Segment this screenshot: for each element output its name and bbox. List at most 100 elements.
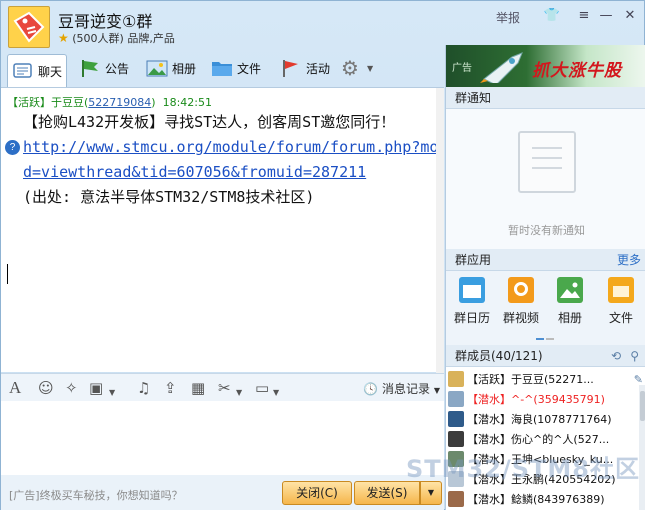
- tab-files[interactable]: 文件: [207, 54, 265, 82]
- chat-toolbar: 聊天 公告 相册 文件 活动 ⚙ ▼: [1, 51, 444, 87]
- present-icon[interactable]: ▦: [191, 379, 205, 397]
- emoji-icon[interactable]: ☺: [38, 379, 54, 397]
- app-photo-label: 相册: [557, 311, 582, 325]
- member-list: 【活跃】于豆豆(52271... ✎ 【潜水】^-^(359435791) 【潜水…: [446, 367, 645, 510]
- menu-icon[interactable]: ≡: [575, 7, 593, 25]
- app-file-label: 文件: [608, 311, 633, 325]
- tab-album[interactable]: 相册: [142, 54, 200, 82]
- upload-icon[interactable]: ⇪: [164, 379, 177, 397]
- sender-uid[interactable]: 522719084: [88, 96, 151, 109]
- message-area[interactable]: 【活跃】于豆豆(522719084) 18:42:51 【抢购L432开发板】寻…: [1, 87, 444, 373]
- group-title: 豆哥逆变①群: [58, 12, 153, 31]
- chevron-down-icon: ▼: [367, 63, 374, 73]
- announcement-icon: [79, 58, 101, 78]
- banner-ad[interactable]: 广告 抓大涨牛股: [446, 45, 645, 87]
- sender-status: 【活跃】: [7, 96, 51, 109]
- bottom-ad[interactable]: [广告]终极买车秘技，你想知道吗？: [9, 487, 183, 503]
- history-button[interactable]: 🕓 消息记录 ▼: [363, 380, 440, 397]
- tab-files-label: 文件: [237, 61, 262, 76]
- app-photo[interactable]: 相册: [546, 277, 594, 326]
- close-button[interactable]: 关闭(C): [282, 481, 352, 505]
- send-options-button[interactable]: ▼: [420, 481, 442, 505]
- members-search-icon[interactable]: ⚲: [630, 345, 639, 367]
- member-scrollbar[interactable]: [639, 385, 645, 510]
- message-source: (出处: 意法半导体STM32/STM8技术社区): [23, 188, 315, 206]
- message-time: 18:42:51: [162, 96, 212, 109]
- group-subtitle-text: (500人群) 品牌,产品: [72, 32, 175, 45]
- avatar: [448, 371, 464, 387]
- group-subtitle: ★ (500人群) 品牌,产品: [58, 30, 175, 46]
- skin-icon[interactable]: 👕: [543, 7, 561, 25]
- shield-icon: ?: [5, 140, 20, 155]
- message-link[interactable]: http://www.stmcu.org/module/forum/forum.…: [23, 138, 438, 181]
- report-link[interactable]: 举报: [496, 9, 520, 26]
- tab-chat[interactable]: 聊天: [7, 54, 68, 87]
- clock-icon: 🕓: [363, 382, 379, 396]
- album-icon: [146, 58, 168, 78]
- message-scrollbar[interactable]: [436, 88, 444, 373]
- tab-activity[interactable]: 活动: [276, 54, 334, 82]
- scissors-dropdown-icon[interactable]: ▼: [236, 384, 242, 402]
- edit-icon[interactable]: ✎: [634, 373, 643, 386]
- tab-announcement-label: 公告: [105, 61, 130, 76]
- member-name: 【潜水】鲶鳞(843976389): [467, 493, 605, 506]
- photo-icon: [557, 277, 583, 303]
- tag-icon: [13, 11, 45, 43]
- member-name: 【活跃】于豆豆(52271...: [467, 373, 594, 386]
- apps-title: 群应用: [455, 253, 492, 267]
- right-panel: 广告 抓大涨牛股 群通知 暂时没有新通知 群应用 更多 群日历 群视频 相册 文…: [445, 45, 645, 510]
- tab-activity-label: 活动: [306, 61, 331, 76]
- message-input[interactable]: [1, 401, 444, 475]
- more-tools-dropdown-icon[interactable]: ▼: [273, 384, 279, 402]
- watermark: STM32/STM8社区: [406, 455, 640, 483]
- member-row[interactable]: 【潜水】鲶鳞(843976389): [448, 489, 643, 509]
- app-calendar[interactable]: 群日历: [448, 277, 496, 326]
- member-name: 【潜水】伤心^的^人(527...: [467, 433, 610, 446]
- member-scrollbar-thumb[interactable]: [640, 391, 645, 421]
- apps-header: 群应用 更多: [446, 249, 645, 271]
- chevron-down-icon: ▼: [427, 488, 435, 497]
- member-row[interactable]: 【潜水】^-^(359435791): [448, 389, 643, 409]
- avatar: [448, 391, 464, 407]
- member-name: 【潜水】海良(1078771764): [467, 413, 612, 426]
- apps-pager[interactable]: [536, 329, 556, 343]
- chevron-down-icon: ▼: [433, 386, 440, 395]
- send-button[interactable]: 发送(S): [354, 481, 420, 505]
- gift-dropdown-icon[interactable]: ▼: [109, 384, 115, 402]
- app-file[interactable]: 文件: [597, 277, 645, 326]
- members-refresh-icon[interactable]: ⟲: [611, 345, 621, 367]
- banner-slogan: 抓大涨牛股: [532, 61, 622, 81]
- app-video-label: 群视频: [502, 311, 539, 325]
- member-row[interactable]: 【活跃】于豆豆(52271... ✎: [448, 369, 643, 389]
- app-calendar-label: 群日历: [453, 311, 490, 325]
- video-icon: [508, 277, 534, 303]
- magic-icon[interactable]: ✧: [65, 379, 78, 397]
- notice-header: 群通知: [446, 87, 645, 109]
- chat-icon: [12, 61, 34, 81]
- close-icon[interactable]: ✕: [621, 7, 639, 25]
- member-row[interactable]: 【潜水】海良(1078771764): [448, 409, 643, 429]
- app-video[interactable]: 群视频: [497, 277, 545, 326]
- font-icon[interactable]: A: [9, 379, 21, 397]
- member-row[interactable]: 【潜水】伤心^的^人(527...: [448, 429, 643, 449]
- qq-group-window: 豆哥逆变①群 ★ (500人群) 品牌,产品 举报 👕 ≡ — ✕ 聊天 公告 …: [0, 0, 645, 510]
- empty-notice-icon: [518, 131, 576, 193]
- sender-name[interactable]: 于豆豆: [51, 96, 84, 109]
- minimize-icon[interactable]: —: [597, 7, 615, 25]
- avatar: [448, 411, 464, 427]
- message-link-row: ? http://www.stmcu.org/module/forum/foru…: [5, 135, 439, 185]
- gift-icon[interactable]: ▣: [89, 379, 103, 397]
- apps-more-link[interactable]: 更多: [617, 249, 641, 271]
- tab-chat-label: 聊天: [38, 64, 63, 79]
- group-avatar[interactable]: [8, 6, 50, 48]
- flag-icon: [280, 58, 302, 78]
- more-tools-icon[interactable]: ▭: [255, 379, 269, 397]
- bottom-bar: [广告]终极买车秘技，你想知道吗？ 关闭(C) 发送(S) ▼: [1, 475, 444, 510]
- avatar: [448, 491, 464, 507]
- tab-album-label: 相册: [172, 61, 197, 76]
- voice-icon[interactable]: ♫: [137, 379, 150, 397]
- gear-icon: ⚙: [341, 56, 359, 80]
- scissors-icon[interactable]: ✂: [218, 379, 231, 397]
- tab-announcement[interactable]: 公告: [75, 54, 133, 82]
- settings-menu[interactable]: ⚙ ▼: [337, 54, 377, 82]
